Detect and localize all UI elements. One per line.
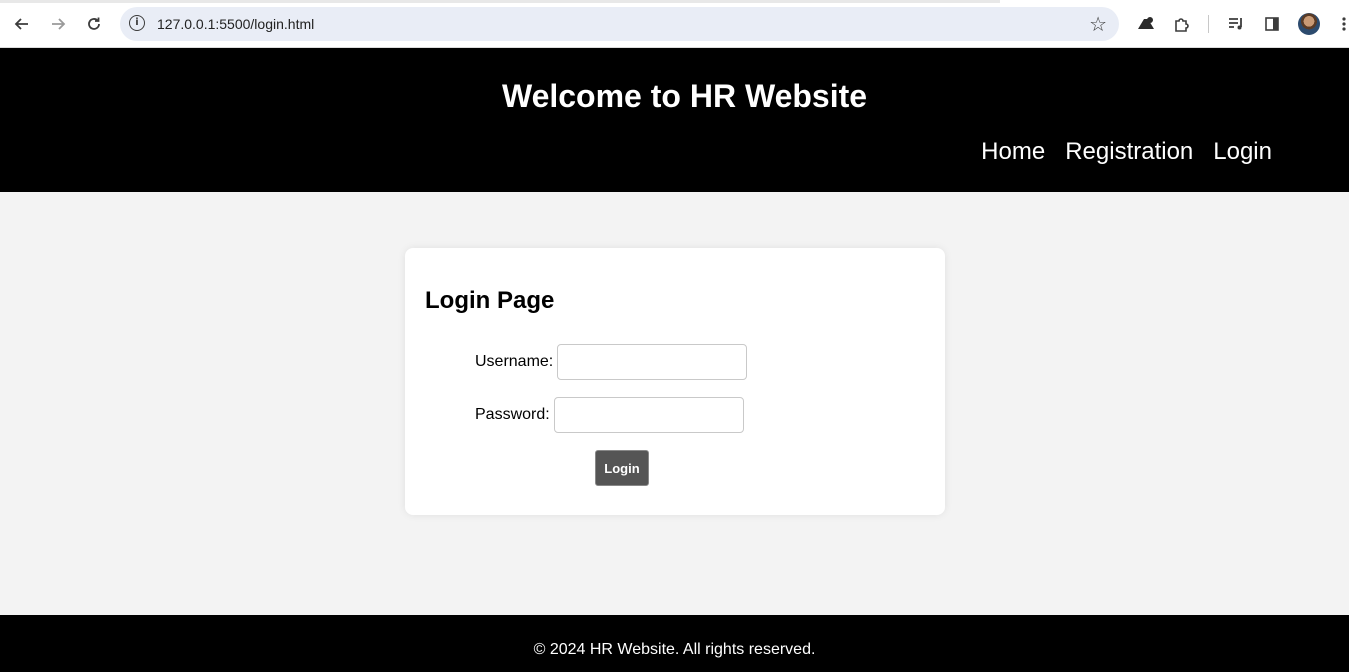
password-row: Password:: [475, 397, 744, 433]
footer-copyright: © 2024 HR Website. All rights reserved.: [533, 641, 816, 658]
username-row: Username:: [475, 344, 748, 380]
info-icon[interactable]: i: [129, 15, 145, 31]
site-title: Welcome to HR Website: [501, 78, 868, 114]
toolbar-divider: [1208, 15, 1209, 33]
site-footer: © 2024 HR Website. All rights reserved.: [0, 615, 1349, 672]
address-bar[interactable]: i 127.0.0.1:5500/login.html ☆: [120, 7, 1119, 41]
main-nav: Home Registration Login: [981, 138, 1272, 166]
reload-icon[interactable]: [82, 12, 106, 36]
arrow-left-icon[interactable]: [10, 12, 34, 36]
extensions-icon[interactable]: [1170, 12, 1194, 36]
page-load-progress-bar: [0, 0, 1000, 3]
login-card: Login Page Username: Password: Login: [405, 248, 945, 515]
side-panel-icon[interactable]: [1260, 12, 1284, 36]
media-controls-icon[interactable]: [1224, 12, 1248, 36]
username-input[interactable]: [557, 344, 748, 380]
login-button[interactable]: Login: [595, 450, 649, 486]
puzzle-extension-icon[interactable]: [1134, 12, 1158, 36]
nav-link-home[interactable]: Home: [981, 138, 1045, 166]
address-url[interactable]: 127.0.0.1:5500/login.html: [157, 16, 314, 32]
kebab-menu-icon[interactable]: [1332, 12, 1349, 36]
nav-link-registration[interactable]: Registration: [1065, 138, 1193, 166]
arrow-right-icon[interactable]: [46, 12, 70, 36]
page-title: Login Page: [425, 287, 555, 314]
profile-avatar-icon[interactable]: [1298, 13, 1320, 35]
star-icon[interactable]: ☆: [1089, 12, 1107, 36]
site-header: Welcome to HR Website Home Registration …: [0, 48, 1349, 192]
password-label: Password:: [475, 406, 550, 423]
username-label: Username:: [475, 353, 554, 370]
password-input[interactable]: [553, 397, 744, 433]
nav-link-login[interactable]: Login: [1213, 138, 1272, 166]
browser-toolbar: i 127.0.0.1:5500/login.html ☆: [0, 0, 1349, 48]
